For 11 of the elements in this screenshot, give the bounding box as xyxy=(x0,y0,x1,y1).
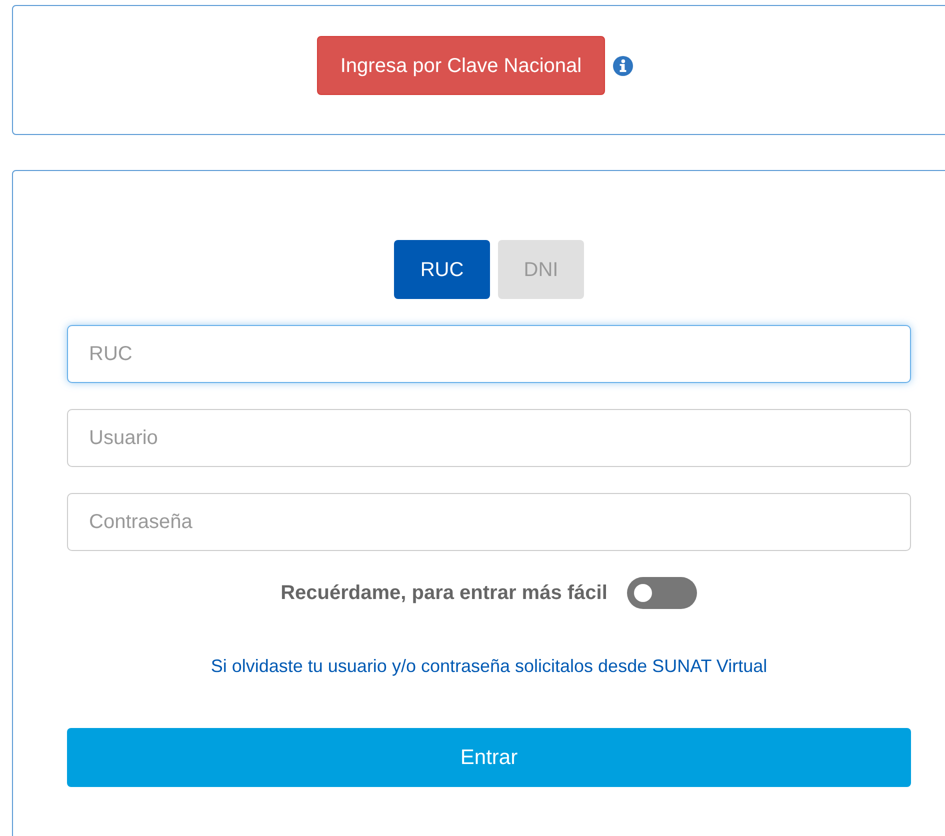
national-key-button[interactable]: Ingresa por Clave Nacional xyxy=(317,36,605,95)
input-field[interactable]: RUC xyxy=(67,325,911,383)
id-type-tab[interactable]: DNI xyxy=(498,240,584,299)
forgot-credentials-link[interactable]: Si olvidaste tu usuario y/o contraseña solicitalos desde SUNAT Virtual xyxy=(210,656,768,676)
info-icon[interactable] xyxy=(612,56,633,76)
remember-toggle[interactable] xyxy=(627,577,698,609)
login-button[interactable]: Entrar xyxy=(67,728,911,787)
id-type-tab[interactable]: RUC xyxy=(394,240,490,299)
input-field[interactable]: Usuario xyxy=(67,409,911,467)
input-field[interactable]: Contraseña xyxy=(67,493,911,551)
remember-label: Recuérdame, para entrar más fácil xyxy=(280,581,608,606)
